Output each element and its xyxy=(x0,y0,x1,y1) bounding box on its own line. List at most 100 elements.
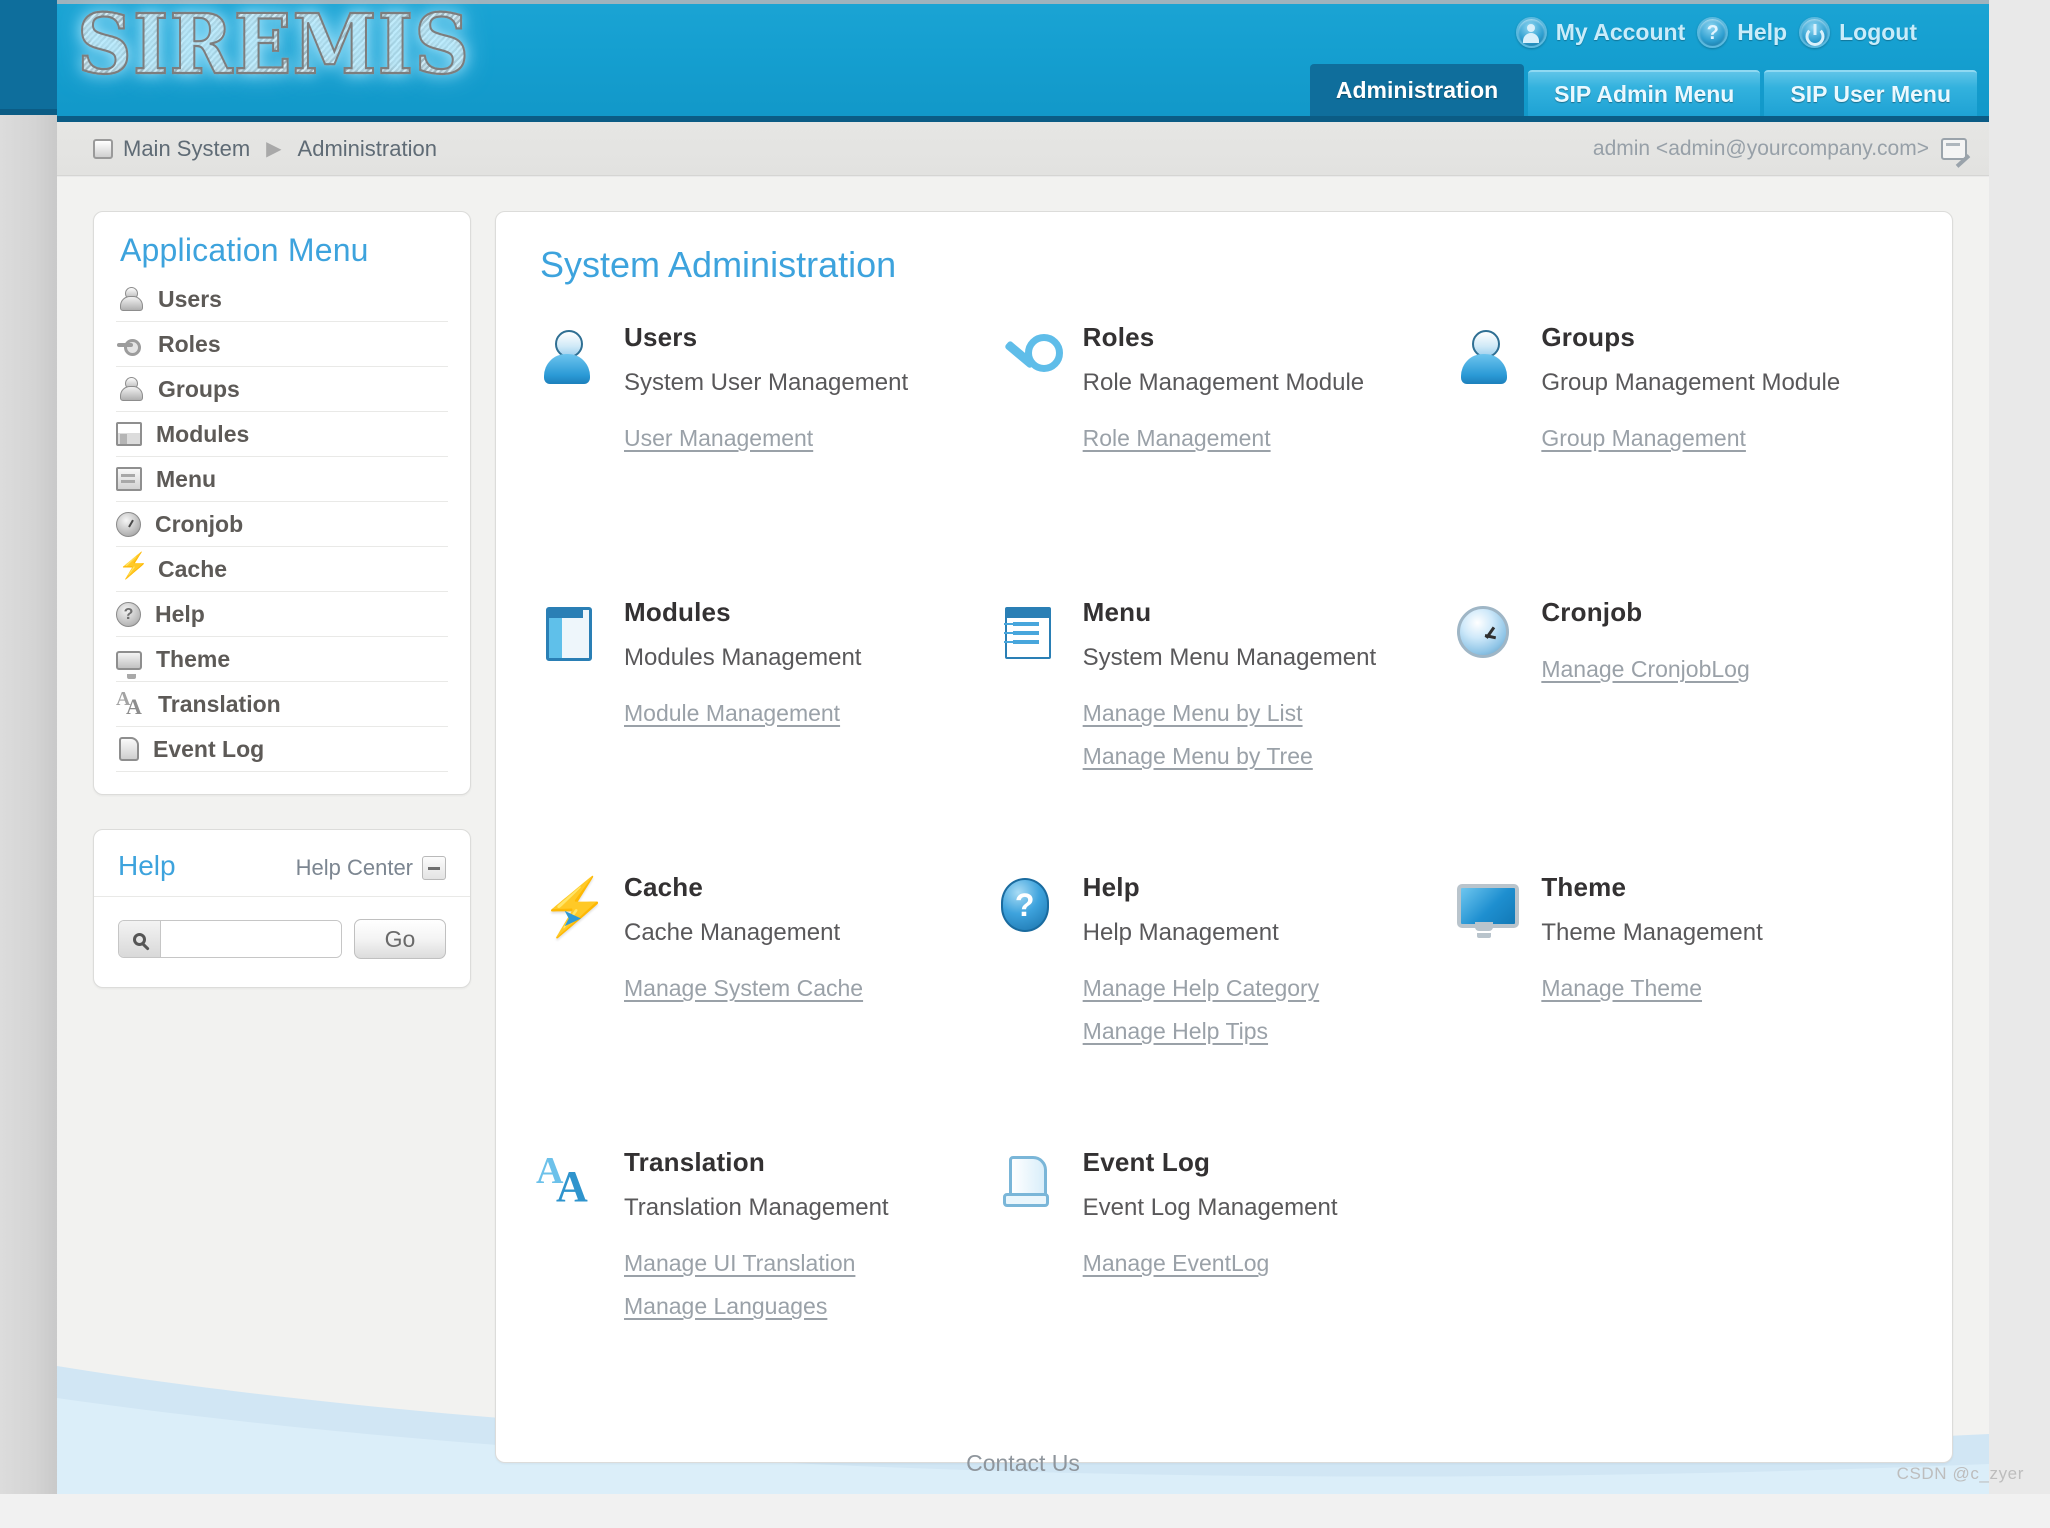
tile-cache[interactable]: Cache Cache Management Manage System Cac… xyxy=(536,872,995,1147)
tile-description: System Menu Management xyxy=(1082,644,1377,671)
search-input[interactable] xyxy=(161,921,341,957)
link-manage-languages[interactable]: Manage Languages xyxy=(624,1293,995,1320)
bolt-blue-icon xyxy=(536,874,610,940)
monitor-icon xyxy=(116,650,142,679)
search-icon[interactable] xyxy=(119,921,161,957)
sidebar-item-roles[interactable]: Roles xyxy=(116,322,448,367)
app-window: SIREMIS My Account ? Help Logout Adminis… xyxy=(0,0,2050,1528)
tile-groups[interactable]: Groups Group Management Module Group Man… xyxy=(1453,322,1912,597)
group-icon xyxy=(116,375,144,403)
tile-description: Theme Management xyxy=(1541,919,1763,946)
breadcrumb-bar: Main System ▶ Administration admin <admi… xyxy=(57,122,1989,176)
tile-icon-wrap xyxy=(995,322,1063,597)
tile-links: User Management xyxy=(624,425,995,452)
admin-tiles-grid: Users System User Management User Manage… xyxy=(536,322,1912,1422)
tile-links: Manage EventLog xyxy=(1083,1250,1454,1277)
sidebar-item-label: Translation xyxy=(158,690,281,717)
tile-icon-wrap xyxy=(536,1147,602,1422)
minimize-icon[interactable] xyxy=(422,856,446,880)
link-manage-menu-by-list[interactable]: Manage Menu by List xyxy=(1083,700,1454,727)
tile-links: Manage Menu by List Manage Menu by Tree xyxy=(1083,700,1454,770)
sidebar-item-modules[interactable]: Modules xyxy=(116,412,448,457)
tile-description: Event Log Management xyxy=(1082,1194,1338,1221)
tab-sip-user-menu[interactable]: SIP User Menu xyxy=(1764,70,1977,116)
link-manage-menu-by-tree[interactable]: Manage Menu by Tree xyxy=(1083,743,1454,770)
link-manage-help-tips[interactable]: Manage Help Tips xyxy=(1083,1018,1454,1045)
tile-description: Group Management Module xyxy=(1541,369,1841,396)
tile-title: Event Log xyxy=(1082,1147,1211,1177)
link-manage-ui-translation[interactable]: Manage UI Translation xyxy=(624,1250,995,1277)
tile-title: Modules xyxy=(624,597,731,627)
current-user-label: admin <admin@yourcompany.com> xyxy=(1592,136,1929,160)
tile-translation[interactable]: Translation Translation Management Manag… xyxy=(536,1147,995,1422)
tile-title: Translation xyxy=(624,1147,765,1177)
tile-menu[interactable]: Menu System Menu Management Manage Menu … xyxy=(995,597,1454,872)
sidebar-item-label: Groups xyxy=(158,375,240,402)
link-group-management[interactable]: Group Management xyxy=(1541,425,1912,452)
sidebar-item-translation[interactable]: Translation xyxy=(116,682,448,727)
tile-roles[interactable]: Roles Role Management Module Role Manage… xyxy=(995,322,1454,597)
sidebar-item-users[interactable]: Users xyxy=(116,277,448,322)
edit-note-icon[interactable] xyxy=(1941,137,1967,160)
breadcrumb: Main System ▶ Administration xyxy=(93,136,437,162)
my-account-link[interactable]: My Account xyxy=(1515,16,1686,48)
tile-help[interactable]: ? Help Help Management Manage Help Categ… xyxy=(995,872,1454,1147)
link-manage-cronjoblog[interactable]: Manage CronjobLog xyxy=(1541,656,1912,683)
user-circle-icon xyxy=(1515,16,1547,48)
link-role-management[interactable]: Role Management xyxy=(1083,425,1454,452)
link-manage-theme[interactable]: Manage Theme xyxy=(1541,975,1912,1002)
link-module-management[interactable]: Module Management xyxy=(624,700,995,727)
sidebar-item-label: Help xyxy=(155,600,205,627)
tile-icon-wrap xyxy=(536,872,610,1147)
tab-administration[interactable]: Administration xyxy=(1309,64,1525,116)
key-icon xyxy=(116,330,144,358)
link-user-management[interactable]: User Management xyxy=(624,425,995,452)
sidebar-item-theme[interactable]: Theme xyxy=(116,637,448,682)
breadcrumb-item-administration[interactable]: Administration xyxy=(298,136,437,162)
main-tabs: Administration SIP Admin Menu SIP User M… xyxy=(1309,64,1977,116)
sidebar-item-menu[interactable]: Menu xyxy=(116,457,448,502)
tile-theme[interactable]: Theme Theme Management Manage Theme xyxy=(1453,872,1912,1147)
sidebar-item-label: Cronjob xyxy=(155,510,244,537)
help-panel-title: Help xyxy=(118,850,176,881)
tile-links: Manage System Cache xyxy=(624,975,995,1002)
sidebar-item-cache[interactable]: Cache xyxy=(116,547,448,592)
sidebar-item-help[interactable]: ? Help xyxy=(116,592,448,637)
tile-title: Cronjob xyxy=(1541,597,1643,627)
tile-icon-wrap xyxy=(1453,872,1520,1147)
translate-icon xyxy=(116,688,144,720)
link-manage-system-cache[interactable]: Manage System Cache xyxy=(624,975,995,1002)
tile-icon-wrap xyxy=(995,1147,1061,1422)
logout-link[interactable]: Logout xyxy=(1799,16,1917,48)
sidebar-item-groups[interactable]: Groups xyxy=(116,367,448,412)
siremis-logo[interactable]: SIREMIS xyxy=(69,2,478,86)
tile-links: Manage Theme xyxy=(1541,975,1912,1002)
modules-blue-icon xyxy=(536,603,598,665)
my-account-label: My Account xyxy=(1555,18,1686,45)
tile-modules[interactable]: Modules Modules Management Module Manage… xyxy=(536,597,995,872)
tile-event-log[interactable]: Event Log Event Log Management Manage Ev… xyxy=(995,1147,1454,1422)
sidebar-item-label: Users xyxy=(158,285,222,312)
help-search-box[interactable] xyxy=(118,920,342,958)
breadcrumb-item-main-system[interactable]: Main System xyxy=(123,136,250,162)
left-gutter xyxy=(0,0,57,1494)
tile-links: Manage Help Category Manage Help Tips xyxy=(1083,975,1454,1045)
user-icon xyxy=(116,285,144,313)
application-menu-panel: Application Menu Users Roles Groups Modu… xyxy=(93,211,471,795)
tab-sip-admin-menu[interactable]: SIP Admin Menu xyxy=(1528,70,1761,116)
tile-title: Theme xyxy=(1541,872,1627,902)
contact-us-link[interactable]: Contact Us xyxy=(966,1450,1080,1477)
tile-cronjob[interactable]: Cronjob Manage CronjobLog xyxy=(1453,597,1912,872)
account-links: My Account ? Help Logout xyxy=(1515,15,1917,49)
link-manage-help-category[interactable]: Manage Help Category xyxy=(1083,975,1454,1002)
tile-icon-wrap xyxy=(1453,597,1519,872)
tile-users[interactable]: Users System User Management User Manage… xyxy=(536,322,995,597)
link-manage-eventlog[interactable]: Manage EventLog xyxy=(1083,1250,1454,1277)
sidebar-item-cronjob[interactable]: Cronjob xyxy=(116,502,448,547)
go-button[interactable]: Go xyxy=(354,919,446,959)
tile-title: Help xyxy=(1082,872,1140,902)
help-label: Help xyxy=(1737,18,1788,45)
help-link[interactable]: ? Help xyxy=(1697,16,1788,48)
sidebar-item-event-log[interactable]: Event Log xyxy=(116,727,448,772)
help-center-label[interactable]: Help Center xyxy=(296,855,413,881)
